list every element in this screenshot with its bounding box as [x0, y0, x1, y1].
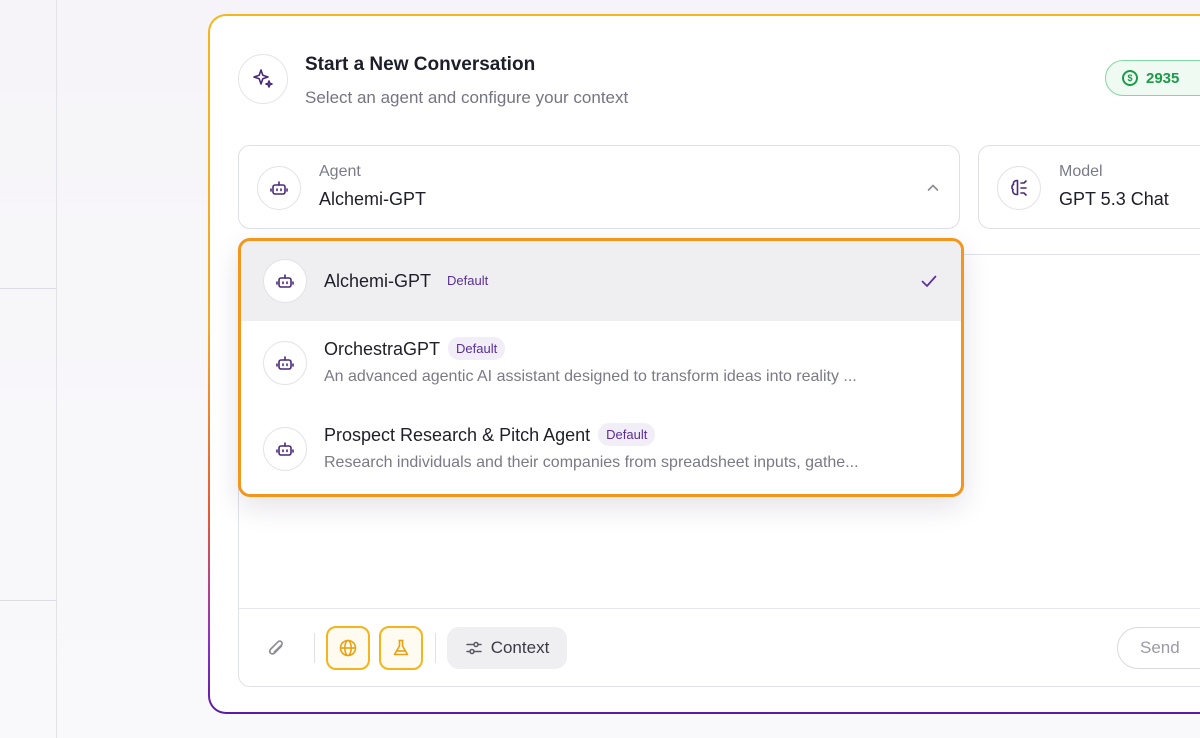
checkmark-icon [919, 271, 939, 296]
context-label: Context [490, 638, 550, 657]
agent-value: Alchemi-GPT [319, 189, 427, 209]
send-button[interactable]: Send [1117, 627, 1200, 669]
default-badge: Default [598, 423, 656, 446]
agent-name: Prospect Research & Pitch Agent [324, 425, 591, 445]
globe-icon [339, 639, 357, 657]
sparkle-icon [238, 54, 288, 104]
composer-toolbar: Context Send [239, 608, 1200, 686]
rail-divider [0, 600, 57, 601]
robot-icon [263, 427, 307, 471]
robot-icon [263, 259, 307, 303]
toolbar-divider [314, 633, 315, 663]
agent-name: OrchestraGPT [324, 339, 441, 359]
send-label: Send [1140, 638, 1180, 657]
agent-option-alchemi-gpt[interactable]: Alchemi-GPT Default [241, 241, 961, 321]
flask-icon [393, 639, 409, 656]
lab-tool-button[interactable] [379, 626, 423, 670]
model-select[interactable]: Model GPT 5.3 Chat [978, 145, 1200, 229]
agent-option-name: Alchemi-GPT Default [324, 269, 496, 292]
brain-icon [997, 166, 1041, 210]
agent-name: Alchemi-GPT [324, 271, 432, 291]
dollar-circle-icon: $ [1122, 70, 1138, 86]
toolbar-divider [435, 633, 436, 663]
model-value: GPT 5.3 Chat [1059, 189, 1169, 209]
agent-option-orchestragpt[interactable]: OrchestraGPT Default An advanced agentic … [241, 321, 961, 407]
robot-icon [263, 341, 307, 385]
page-subtitle: Select an agent and configure your conte… [305, 88, 629, 107]
paperclip-icon[interactable] [263, 635, 291, 663]
agent-option-description: An advanced agentic AI assistant designe… [324, 368, 857, 385]
agent-select[interactable]: Agent Alchemi-GPT [238, 145, 960, 229]
chevron-up-icon [925, 180, 941, 201]
model-label: Model [1059, 163, 1103, 180]
agent-option-description: Research individuals and their companies… [324, 454, 859, 471]
agent-option-prospect-research[interactable]: Prospect Research & Pitch Agent Default R… [241, 407, 961, 494]
agent-option-name: Prospect Research & Pitch Agent Default [324, 423, 656, 446]
rail-divider [0, 288, 57, 289]
credits-badge[interactable]: $ 2935 [1105, 60, 1200, 96]
default-badge: Default [448, 337, 506, 360]
sliders-icon [465, 641, 482, 655]
credits-value: 2935 [1146, 69, 1180, 87]
web-search-button[interactable] [326, 626, 370, 670]
page-title: Start a New Conversation [305, 54, 536, 75]
default-badge: Default [447, 273, 489, 288]
agent-option-name: OrchestraGPT Default [324, 337, 506, 360]
agent-label: Agent [319, 163, 361, 180]
left-rail [0, 0, 57, 738]
robot-icon [257, 166, 301, 210]
agent-dropdown-menu: Alchemi-GPT Default OrchestraGPT Default A… [238, 238, 964, 497]
context-button[interactable]: Context [447, 627, 567, 669]
